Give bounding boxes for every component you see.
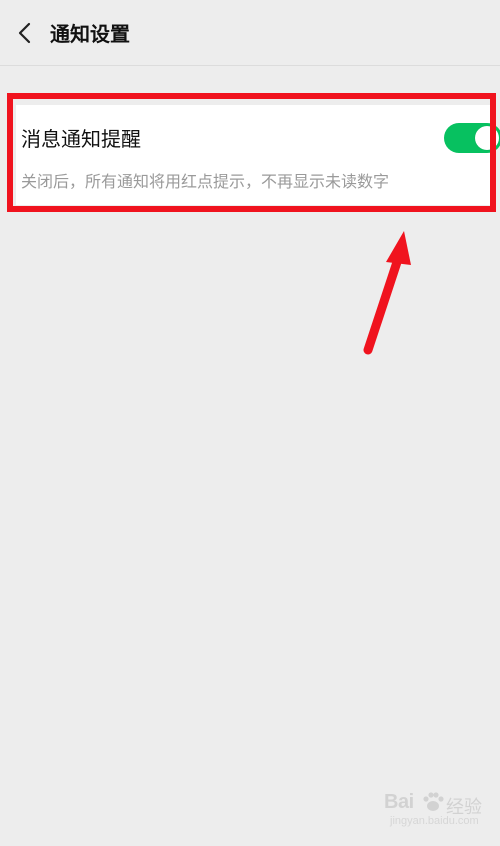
watermark-url: jingyan.baidu.com — [390, 815, 479, 827]
watermark-brand: Bai — [384, 791, 414, 813]
chevron-left-icon — [18, 22, 31, 44]
nav-bar: 通知设置 — [0, 0, 500, 66]
setting-title: 消息通知提醒 — [21, 127, 141, 151]
arrow-head — [386, 231, 411, 265]
message-notification-toggle[interactable] — [444, 123, 500, 153]
paw-icon — [423, 792, 444, 811]
page-title: 通知设置 — [50, 22, 130, 46]
toggle-knob — [475, 126, 499, 150]
back-button[interactable] — [8, 16, 42, 50]
setting-description: 关闭后，所有通知将用红点提示，不再显示未读数字 — [21, 172, 390, 191]
message-notification-setting: 消息通知提醒 关闭后，所有通知将用红点提示，不再显示未读数字 — [16, 105, 500, 205]
arrow-shaft — [363, 248, 405, 355]
notification-settings-screen: 通知设置 消息通知提醒 关闭后，所有通知将用红点提示，不再显示未读数字 Bai … — [0, 0, 500, 846]
baidu-jingyan-watermark: Bai 经验 jingyan.baidu.com — [384, 791, 496, 835]
